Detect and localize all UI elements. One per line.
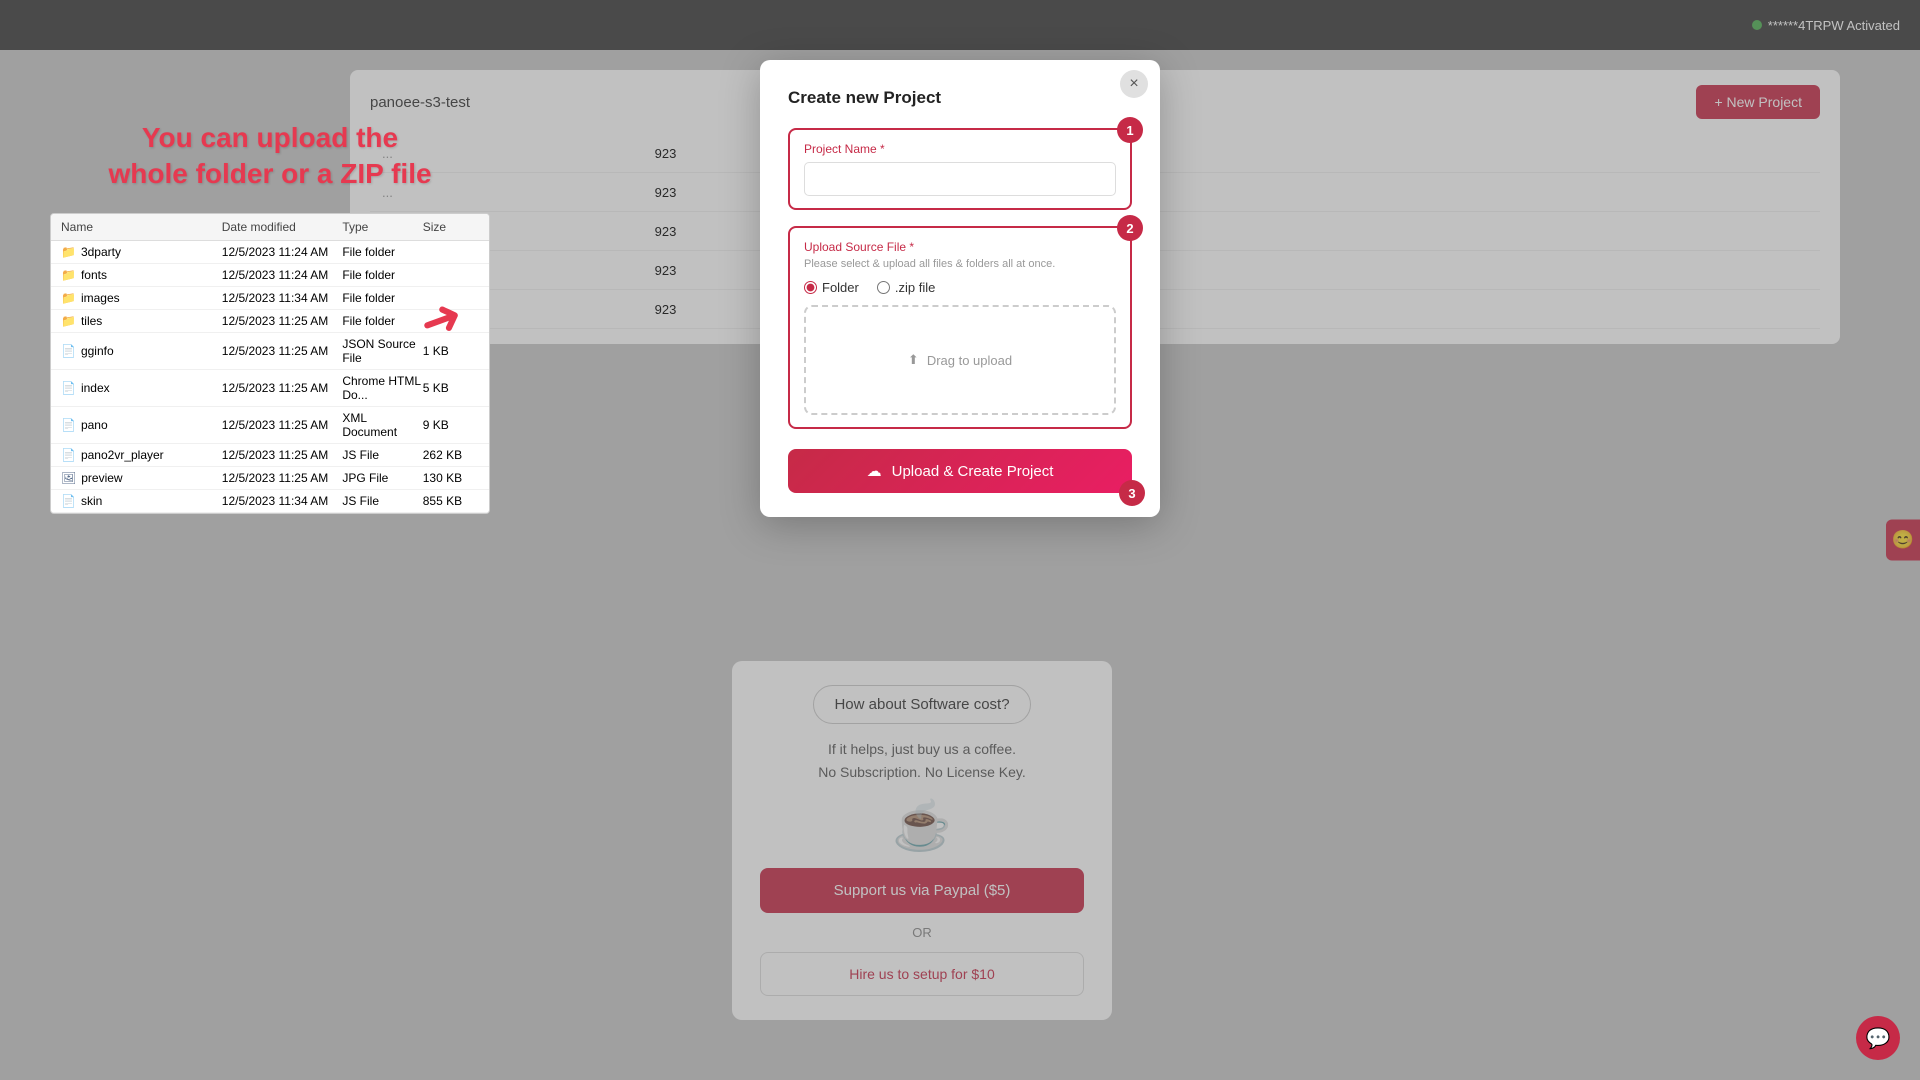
folder-icon: 📁 xyxy=(61,291,76,305)
file-row: 🖼preview 12/5/2023 11:25 AM JPG File 130… xyxy=(51,467,489,490)
file-row: 📁3dparty 12/5/2023 11:24 AM File folder xyxy=(51,241,489,264)
file-row: 📄gginfo 12/5/2023 11:25 AM JSON Source F… xyxy=(51,333,489,370)
file-icon: 🖼 xyxy=(61,471,76,485)
upload-type-radio-group: Folder .zip file xyxy=(804,280,1116,295)
annotation-line1: You can upload the xyxy=(142,122,398,153)
step1-badge: 1 xyxy=(1117,117,1143,143)
required-mark: * xyxy=(880,142,885,156)
file-browser-header: Name Date modified Type Size xyxy=(51,214,489,241)
modal-title: Create new Project xyxy=(788,88,1132,108)
required-mark2: * xyxy=(909,240,914,254)
col-name: Name xyxy=(61,220,222,234)
annotation-line2: whole folder or a ZIP file xyxy=(108,158,431,189)
file-row: 📄pano2vr_player 12/5/2023 11:25 AM JS Fi… xyxy=(51,444,489,467)
file-browser: Name Date modified Type Size 📁3dparty 12… xyxy=(50,213,490,514)
cloud-icon: ☁ xyxy=(867,462,882,480)
upload-hint: Please select & upload all files & folde… xyxy=(804,258,1116,270)
drop-zone[interactable]: ⬆ Drag to upload xyxy=(804,305,1116,415)
file-icon: 📄 xyxy=(61,381,76,395)
project-name-section: 1 Project Name * xyxy=(788,128,1132,210)
close-icon: × xyxy=(1129,75,1138,93)
upload-button-wrapper: ☁ Upload & Create Project 3 xyxy=(788,449,1132,493)
create-project-modal: × Create new Project 1 Project Name * 2 … xyxy=(760,60,1160,517)
upload-source-label: Upload Source File * xyxy=(804,240,1116,254)
chat-icon: 💬 xyxy=(1866,1026,1891,1051)
folder-icon: 📁 xyxy=(61,245,76,259)
zip-radio[interactable] xyxy=(877,281,890,294)
folder-icon: 📁 xyxy=(61,314,76,328)
project-name-label: Project Name * xyxy=(804,142,1116,156)
file-row: 📄index 12/5/2023 11:25 AM Chrome HTML Do… xyxy=(51,370,489,407)
modal-close-button[interactable]: × xyxy=(1120,70,1148,98)
chat-widget[interactable]: 💬 xyxy=(1856,1016,1900,1060)
folder-label: Folder xyxy=(822,280,859,295)
zip-radio-option[interactable]: .zip file xyxy=(877,280,935,295)
file-icon: 📄 xyxy=(61,494,76,508)
project-name-input[interactable] xyxy=(804,162,1116,196)
file-icon: 📄 xyxy=(61,418,76,432)
folder-radio[interactable] xyxy=(804,281,817,294)
col-size: Size xyxy=(423,220,479,234)
upload-source-section: 2 Upload Source File * Please select & u… xyxy=(788,226,1132,429)
upload-icon: ⬆ xyxy=(908,352,919,368)
file-icon: 📄 xyxy=(61,344,76,358)
file-row: 📄pano 12/5/2023 11:25 AM XML Document 9 … xyxy=(51,407,489,444)
file-row: 📁fonts 12/5/2023 11:24 AM File folder xyxy=(51,264,489,287)
file-row: 📄skin 12/5/2023 11:34 AM JS File 855 KB xyxy=(51,490,489,513)
folder-radio-option[interactable]: Folder xyxy=(804,280,859,295)
upload-create-button[interactable]: ☁ Upload & Create Project xyxy=(788,449,1132,493)
step3-badge: 3 xyxy=(1119,480,1145,506)
annotation-text: You can upload the whole folder or a ZIP… xyxy=(50,120,490,193)
zip-label: .zip file xyxy=(895,280,935,295)
col-type: Type xyxy=(342,220,422,234)
folder-icon: 📁 xyxy=(61,268,76,282)
step2-badge: 2 xyxy=(1117,215,1143,241)
file-icon: 📄 xyxy=(61,448,76,462)
drag-to-upload-text: Drag to upload xyxy=(927,353,1012,368)
col-date: Date modified xyxy=(222,220,343,234)
upload-create-label: Upload & Create Project xyxy=(892,463,1054,480)
